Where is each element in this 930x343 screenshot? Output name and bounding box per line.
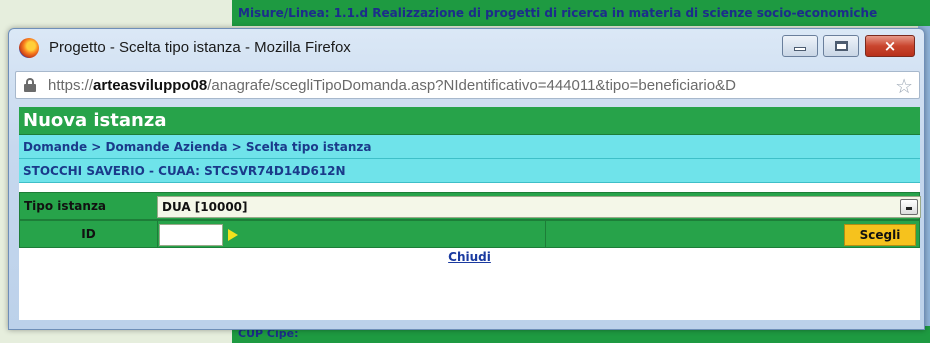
bookmark-star-icon[interactable]: ☆ (895, 74, 913, 99)
maximize-button[interactable] (823, 35, 859, 57)
page-title: Nuova istanza (19, 107, 920, 135)
maximize-icon (834, 41, 848, 51)
url-text[interactable]: https://arteasviluppo08/anagrafe/scegliT… (48, 77, 888, 94)
minimize-icon (794, 47, 806, 51)
tipo-istanza-label: Tipo istanza (24, 199, 107, 213)
id-label: ID (81, 227, 96, 241)
tipo-istanza-row: Tipo istanza DUA [10000] (19, 192, 921, 220)
url-prefix: https:// (48, 77, 94, 94)
id-row: ID Scegli (19, 220, 920, 248)
close-link-wrapper: Chiudi (19, 248, 920, 266)
window-titlebar[interactable]: Progetto - Scelta tipo istanza - Mozilla… (9, 29, 924, 69)
window-title: Progetto - Scelta tipo istanza - Mozilla… (49, 39, 351, 56)
background-header-text: Misure/Linea: 1.1.d Realizzazione di pro… (238, 6, 878, 20)
tipo-istanza-value: DUA [10000] (162, 200, 248, 214)
subject-info: STOCCHI SAVERIO - CUAA: STCSVR74D14D612N (19, 159, 920, 183)
close-button[interactable]: × (865, 35, 915, 57)
minimize-button[interactable] (782, 35, 818, 57)
lock-icon (24, 78, 36, 92)
arrow-right-icon (228, 229, 238, 241)
firefox-popup-window: Progetto - Scelta tipo istanza - Mozilla… (8, 28, 925, 330)
address-bar[interactable]: https://arteasviluppo08/anagrafe/scegliT… (15, 71, 920, 99)
chevron-down-icon[interactable] (900, 199, 918, 215)
url-host: arteasviluppo08 (93, 77, 208, 94)
background-page-header: Misure/Linea: 1.1.d Realizzazione di pro… (232, 0, 930, 26)
tipo-istanza-select[interactable]: DUA [10000] (157, 196, 921, 218)
page-content: Nuova istanza Domande > Domande Azienda … (19, 107, 921, 320)
firefox-icon (19, 38, 39, 58)
chiudi-link[interactable]: Chiudi (448, 250, 491, 264)
scegli-button[interactable]: Scegli (844, 224, 916, 246)
url-path: /anagrafe/scegliTipoDomanda.asp?NIdentif… (207, 77, 736, 94)
id-input[interactable] (159, 224, 223, 246)
breadcrumb: Domande > Domande Azienda > Scelta tipo … (19, 135, 920, 159)
close-icon: × (883, 37, 897, 55)
